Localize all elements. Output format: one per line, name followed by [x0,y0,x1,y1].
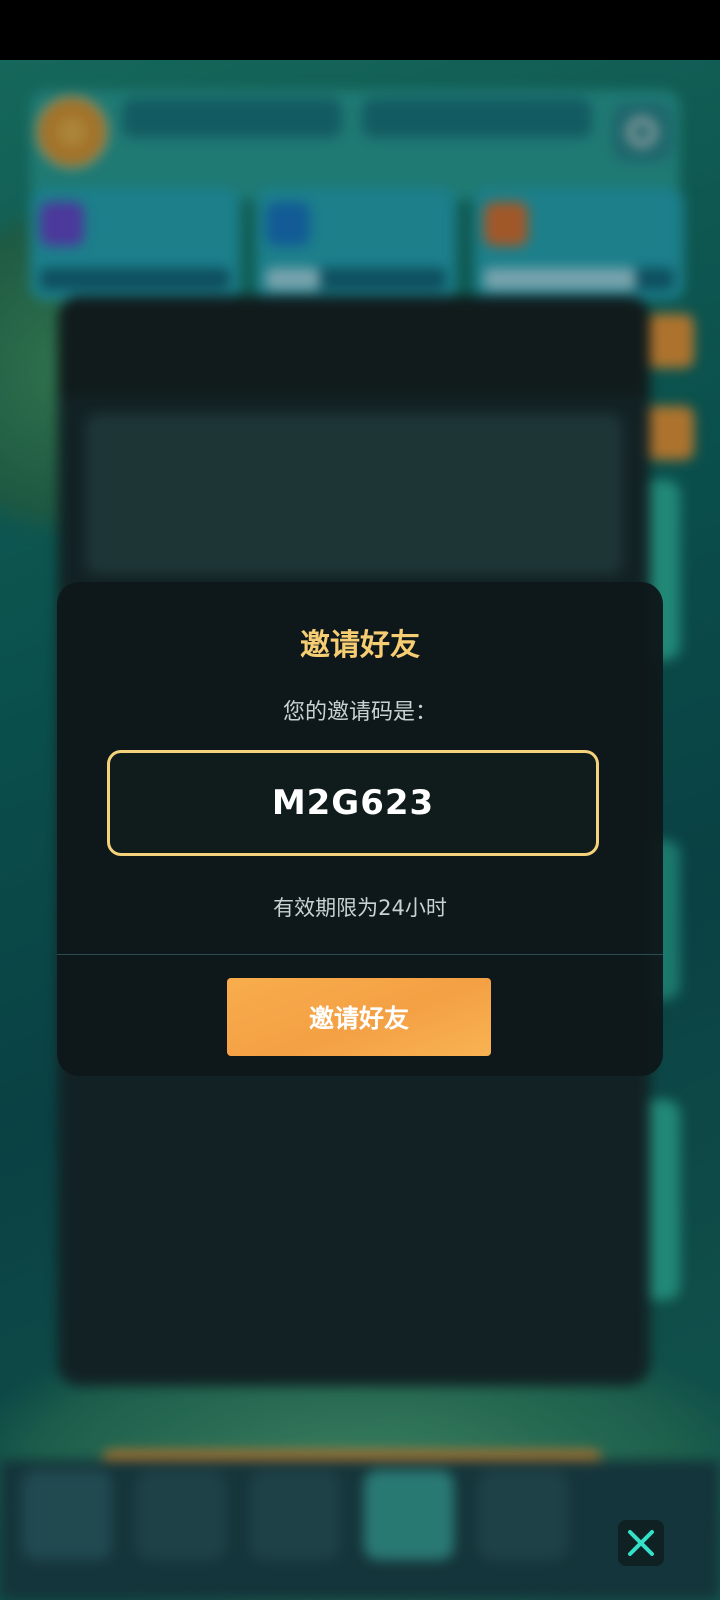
invite-friend-button[interactable]: 邀请好友 [227,978,491,1056]
close-button[interactable] [618,1520,664,1566]
invite-code-box[interactable]: M2G623 [107,750,599,856]
status-bar [0,0,720,60]
invite-code-label: 您的邀请码是： [282,700,437,725]
expiry-text: 有效期限为24小时 [273,896,447,920]
dialog-divider [57,954,663,955]
invite-friend-button-label: 邀请好友 [308,1004,409,1033]
invite-friend-dialog: 邀请好友 您的邀请码是： M2G623 有效期限为24小时 邀请好友 [57,582,663,1076]
close-x-icon [628,1530,654,1556]
dialog-title: 邀请好友 [300,628,420,663]
invite-code-value: M2G623 [271,783,435,823]
